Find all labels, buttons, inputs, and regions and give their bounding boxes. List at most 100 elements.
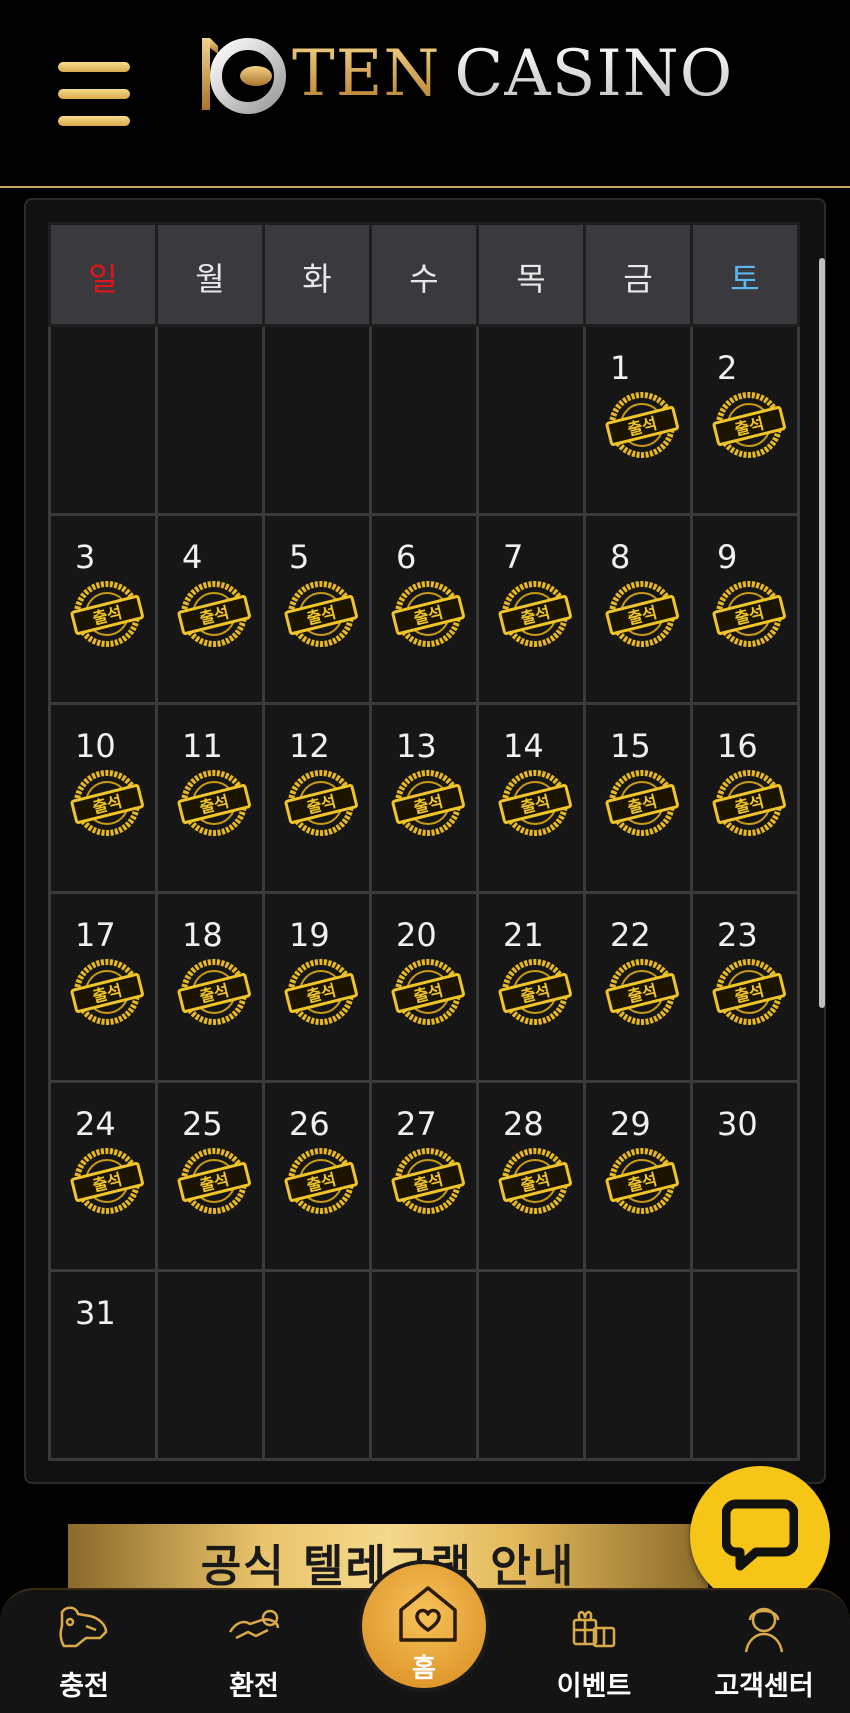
calendar-day-cell[interactable]: 20 출석: [369, 891, 479, 1083]
day-number: 8: [610, 538, 631, 576]
day-number: 15: [610, 727, 651, 765]
attendance-stamp-icon: 출석: [605, 959, 679, 1025]
exchange-icon: [228, 1609, 280, 1640]
calendar-day-cell[interactable]: 29 출석: [583, 1080, 693, 1272]
attendance-stamp-icon: 출석: [605, 1148, 679, 1214]
attendance-stamp-icon: 출석: [498, 959, 572, 1025]
gift-icon: [572, 1610, 616, 1648]
attendance-stamp-icon: 출석: [70, 581, 144, 647]
calendar-day-cell[interactable]: 10 출석: [48, 702, 158, 894]
attendance-stamp-icon: 출석: [391, 1148, 465, 1214]
calendar-empty-cell: [48, 324, 158, 516]
calendar-day-cell[interactable]: 1 출석: [583, 324, 693, 516]
day-number: 10: [75, 727, 116, 765]
calendar-day-cell[interactable]: 15 출석: [583, 702, 693, 894]
day-number: 18: [182, 916, 223, 954]
calendar-day-cell[interactable]: 16 출석: [690, 702, 800, 894]
logo[interactable]: TEN CASINO: [196, 30, 732, 114]
calendar-empty-cell: [369, 324, 479, 516]
day-number: 13: [396, 727, 437, 765]
nav-event[interactable]: 이벤트: [524, 1590, 664, 1713]
attendance-stamp-icon: 출석: [177, 959, 251, 1025]
charge-icon: [59, 1606, 108, 1648]
attendance-stamp-icon: 출석: [605, 392, 679, 458]
day-number: 22: [610, 916, 651, 954]
day-number: 27: [396, 1105, 437, 1143]
weekday-sun: 일: [48, 222, 158, 327]
calendar-day-cell[interactable]: 2 출석: [690, 324, 800, 516]
attendance-stamp-icon: 출석: [177, 770, 251, 836]
scrollbar[interactable]: [819, 258, 825, 1008]
calendar-day-cell[interactable]: 12 출석: [262, 702, 372, 894]
home-heart-icon: [399, 1586, 457, 1642]
support-agent-icon: [744, 1607, 784, 1653]
attendance-stamp-icon: 출석: [605, 581, 679, 647]
nav-support[interactable]: 고객센터: [694, 1590, 834, 1713]
nav-charge-label: 충전: [59, 1671, 109, 1702]
calendar-day-cell[interactable]: 5 출석: [262, 513, 372, 705]
day-number: 6: [396, 538, 417, 576]
calendar-day-cell[interactable]: 22 출석: [583, 891, 693, 1083]
calendar-day-cell[interactable]: 18 출석: [155, 891, 265, 1083]
calendar-day-cell[interactable]: 13 출석: [369, 702, 479, 894]
nav-charge[interactable]: 충전: [14, 1590, 154, 1713]
day-number: 29: [610, 1105, 651, 1143]
calendar-day-cell[interactable]: 7 출석: [476, 513, 586, 705]
calendar-day-cell[interactable]: 9 출석: [690, 513, 800, 705]
attendance-calendar: 일 월 화 수 목 금 토 1 출석 2 출석 3 출석 4 출석 5 출석 6 출석 7 출석 8 출석 9 출…: [48, 222, 800, 1461]
calendar-day-cell[interactable]: 3 출석: [48, 513, 158, 705]
day-number: 24: [75, 1105, 116, 1143]
attendance-stamp-icon: 출석: [177, 581, 251, 647]
day-number: 28: [503, 1105, 544, 1143]
calendar-empty-cell: [583, 1269, 693, 1461]
nav-support-label: 고객센터: [714, 1671, 814, 1702]
calendar-day-cell[interactable]: 19 출석: [262, 891, 372, 1083]
day-number: 12: [289, 727, 330, 765]
attendance-stamp-icon: 출석: [712, 959, 786, 1025]
home-button[interactable]: 홈: [358, 1560, 490, 1692]
attendance-stamp-icon: 출석: [498, 581, 572, 647]
calendar-empty-cell: [155, 1269, 265, 1461]
menu-icon[interactable]: [58, 62, 130, 126]
attendance-stamp-icon: 출석: [391, 770, 465, 836]
calendar-day-cell[interactable]: 31: [48, 1269, 158, 1461]
calendar-day-cell[interactable]: 30: [690, 1080, 800, 1272]
nav-exchange[interactable]: 환전: [184, 1590, 324, 1713]
calendar-day-cell[interactable]: 28 출석: [476, 1080, 586, 1272]
attendance-stamp-icon: 출석: [70, 1148, 144, 1214]
chat-bubble-icon: [722, 1499, 798, 1571]
day-number: 3: [75, 538, 96, 576]
calendar-day-cell[interactable]: 4 출석: [155, 513, 265, 705]
nav-event-label: 이벤트: [556, 1671, 632, 1702]
attendance-stamp-icon: 출석: [498, 1148, 572, 1214]
calendar-day-cell[interactable]: 6 출석: [369, 513, 479, 705]
day-number: 17: [75, 916, 116, 954]
calendar-day-cell[interactable]: 8 출석: [583, 513, 693, 705]
calendar-day-cell[interactable]: 14 출석: [476, 702, 586, 894]
calendar-day-cell[interactable]: 11 출석: [155, 702, 265, 894]
calendar-week-row: 24 출석 25 출석 26 출석 27 출석 28 출석 29 출석 30: [48, 1080, 800, 1272]
weekday-tue: 화: [262, 222, 372, 327]
day-number: 4: [182, 538, 203, 576]
calendar-empty-cell: [476, 324, 586, 516]
chat-button[interactable]: [690, 1466, 830, 1606]
calendar-empty-cell: [476, 1269, 586, 1461]
attendance-stamp-icon: 출석: [498, 770, 572, 836]
calendar-day-cell[interactable]: 23 출석: [690, 891, 800, 1083]
nav-exchange-label: 환전: [229, 1671, 279, 1702]
calendar-day-cell[interactable]: 25 출석: [155, 1080, 265, 1272]
calendar-day-cell[interactable]: 27 출석: [369, 1080, 479, 1272]
calendar-day-cell[interactable]: 17 출석: [48, 891, 158, 1083]
calendar-day-cell[interactable]: 21 출석: [476, 891, 586, 1083]
calendar-week-row: 10 출석 11 출석 12 출석 13 출석 14 출석 15 출석 16 출석: [48, 702, 800, 894]
day-number: 19: [289, 916, 330, 954]
weekday-thu: 목: [476, 222, 586, 327]
attendance-stamp-icon: 출석: [70, 770, 144, 836]
attendance-stamp-icon: 출석: [391, 959, 465, 1025]
day-number: 21: [503, 916, 544, 954]
logo-mark-icon: [202, 38, 286, 114]
day-number: 23: [717, 916, 758, 954]
calendar-day-cell[interactable]: 26 출석: [262, 1080, 372, 1272]
day-number: 30: [717, 1105, 758, 1143]
calendar-day-cell[interactable]: 24 출석: [48, 1080, 158, 1272]
